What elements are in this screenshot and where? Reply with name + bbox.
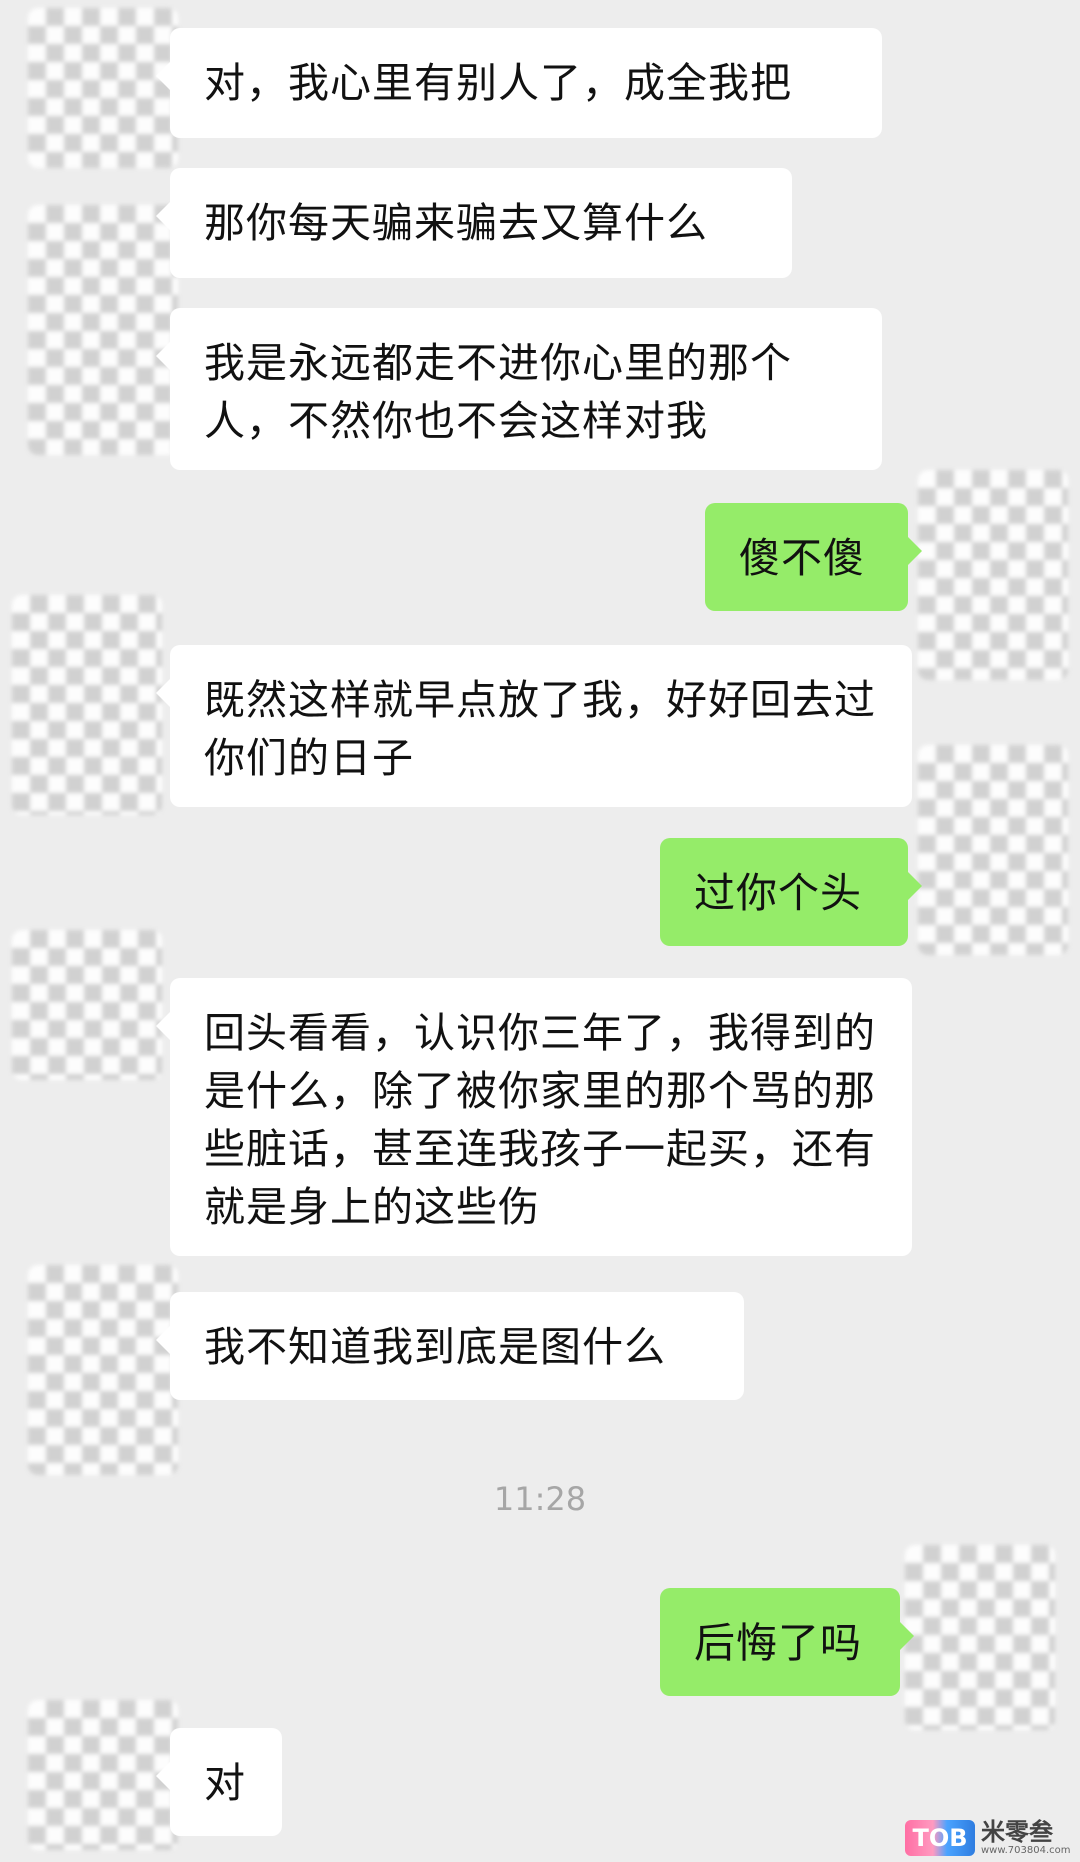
self-avatar[interactable] bbox=[918, 470, 1068, 680]
message-bubble[interactable]: 既然这样就早点放了我，好好回去过你们的日子 bbox=[156, 645, 912, 807]
watermark-text: 米零叁 www.703804.com bbox=[981, 1820, 1071, 1856]
message-text: 那你每天骗来骗去又算什么 bbox=[204, 199, 708, 247]
message-text: 回头看看，认识你三年了，我得到的是什么，除了被你家里的那个骂的那些脏话，甚至连我… bbox=[204, 1009, 876, 1231]
message-text: 我不知道我到底是图什么 bbox=[204, 1323, 666, 1371]
message-bubble[interactable]: 那你每天骗来骗去又算什么 bbox=[156, 168, 792, 278]
message-text: 过你个头 bbox=[694, 869, 862, 917]
watermark-name: 米零叁 bbox=[981, 1818, 1053, 1846]
message-text: 我是永远都走不进你心里的那个人，不然你也不会这样对我 bbox=[204, 339, 792, 445]
message-bubble-self[interactable]: 过你个头 bbox=[660, 838, 922, 946]
message-bubble-self[interactable]: 后悔了吗 bbox=[660, 1588, 914, 1696]
message-bubble[interactable]: 我是永远都走不进你心里的那个人，不然你也不会这样对我 bbox=[156, 308, 882, 470]
message-text: 对 bbox=[204, 1759, 246, 1807]
self-avatar[interactable] bbox=[918, 745, 1068, 955]
site-watermark: TOB 米零叁 www.703804.com bbox=[905, 1818, 1075, 1858]
message-text: 既然这样就早点放了我，好好回去过你们的日子 bbox=[204, 676, 876, 782]
chat-view: 对，我心里有别人了，成全我把 那你每天骗来骗去又算什么 我是永远都走不进你心里的… bbox=[0, 0, 1080, 1862]
message-text: 傻不傻 bbox=[739, 534, 865, 582]
watermark-url: www.703804.com bbox=[981, 1845, 1071, 1856]
message-bubble-self[interactable]: 傻不傻 bbox=[705, 503, 922, 611]
message-bubble[interactable]: 对，我心里有别人了，成全我把 bbox=[156, 28, 882, 138]
message-text: 后悔了吗 bbox=[694, 1619, 862, 1667]
self-avatar[interactable] bbox=[905, 1545, 1055, 1730]
contact-avatar[interactable] bbox=[28, 1265, 178, 1475]
message-bubble[interactable]: 回头看看，认识你三年了，我得到的是什么，除了被你家里的那个骂的那些脏话，甚至连我… bbox=[156, 978, 912, 1256]
contact-avatar[interactable] bbox=[12, 595, 162, 815]
message-bubble[interactable]: 对 bbox=[156, 1728, 282, 1836]
message-bubble[interactable]: 我不知道我到底是图什么 bbox=[156, 1292, 744, 1400]
timestamp: 11:28 bbox=[493, 1480, 587, 1518]
watermark-logo: TOB bbox=[905, 1820, 975, 1856]
contact-avatar[interactable] bbox=[12, 930, 162, 1080]
message-text: 对，我心里有别人了，成全我把 bbox=[204, 59, 792, 107]
contact-avatar[interactable] bbox=[28, 205, 178, 455]
